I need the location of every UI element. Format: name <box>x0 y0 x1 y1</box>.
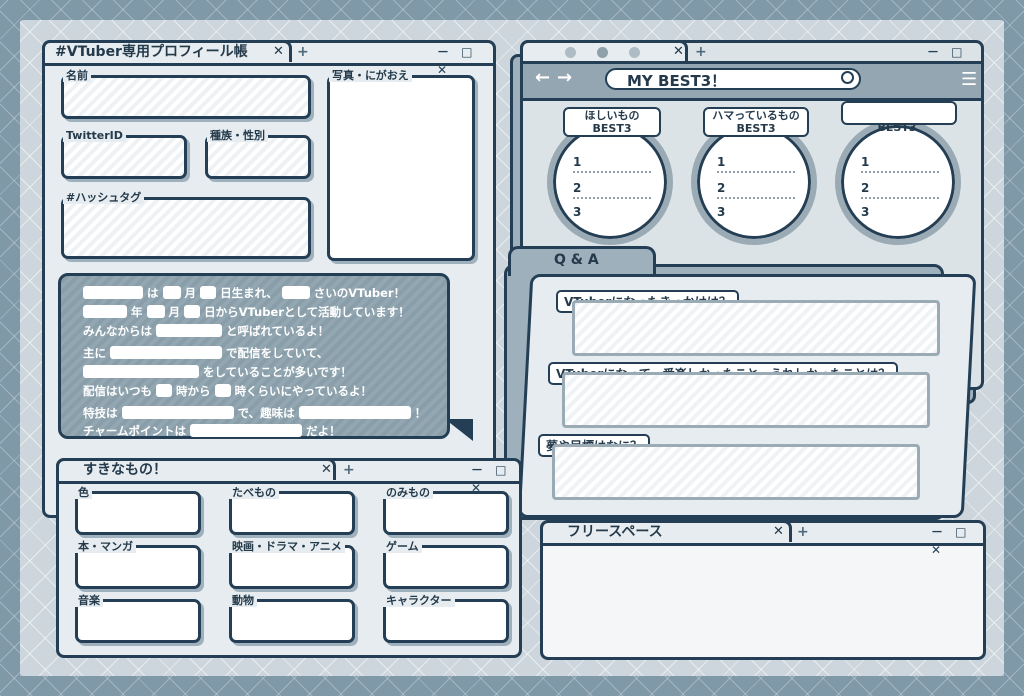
fav-label-food: たべもの <box>229 487 279 499</box>
best3-tab-close-icon[interactable]: ✕ <box>673 43 684 61</box>
fav-label-animals: 動物 <box>229 595 257 607</box>
photo-label: 写真・にがおえ <box>329 70 412 82</box>
free-space-title: フリースペース <box>567 524 663 540</box>
qa-title: Q & A <box>554 252 599 268</box>
tab-dot-3-icon <box>629 47 640 58</box>
twitter-label: TwitterID <box>63 130 126 142</box>
name-field[interactable] <box>61 75 311 119</box>
intro-line-1: は 月 日生まれ、 さいのVTuber！ <box>83 286 405 300</box>
intro-line-7: 特技は で、趣味は ！ <box>83 406 427 420</box>
fav-box-color[interactable] <box>75 491 201 535</box>
race-gender-label: 種族・性別 <box>207 130 268 142</box>
favorites-window: すきなもの！ ✕ + － □ ✕ 色 たべもの のみもの 本・マンガ 映画・ドラ… <box>56 458 522 658</box>
free-space-tab[interactable]: フリースペース <box>540 520 792 542</box>
hashtag-label: #ハッシュタグ <box>63 192 145 204</box>
best3-tab-plus-icon[interactable]: + <box>695 43 707 61</box>
intro-line-8: チャームポイントは だよ！ <box>83 424 341 438</box>
best3-title-1-text: ほしいもの BEST3 <box>584 109 640 135</box>
intro-line-6: 配信はいつも 時から 時くらいにやっているよ！ <box>83 384 372 398</box>
intro-speech-bubble: は 月 日生まれ、 さいのVTuber！ 年 月 日からVTuberとして活動し… <box>58 273 450 439</box>
favorites-tab-close-icon[interactable]: ✕ <box>321 461 332 479</box>
profile-window-controls[interactable]: － □ ✕ <box>437 43 493 79</box>
free-space-tab-plus-icon[interactable]: + <box>797 523 809 541</box>
free-space-tab-close-icon[interactable]: ✕ <box>773 523 784 541</box>
best3-title-1: ほしいもの BEST3 <box>563 107 661 137</box>
fav-label-music: 音楽 <box>75 595 103 607</box>
intro-line-3: みんなからは と呼ばれているよ！ <box>83 324 330 338</box>
forward-arrow-icon[interactable]: → <box>557 67 572 88</box>
menu-icon[interactable]: ☰ <box>961 69 977 90</box>
free-space-area[interactable] <box>543 546 983 657</box>
hashtag-field[interactable] <box>61 197 311 259</box>
best3-title-2-text: ハマっているもの BEST3 <box>712 109 800 135</box>
profile-title: #VTuber専用プロフィール帳 <box>55 44 248 60</box>
qa-answer-2[interactable] <box>562 372 930 428</box>
favorites-tab-plus-icon[interactable]: + <box>343 461 355 479</box>
back-arrow-icon[interactable]: ← <box>535 67 550 88</box>
fav-label-books: 本・マンガ <box>75 541 136 553</box>
photo-box[interactable] <box>327 75 475 261</box>
fav-label-movies: 映画・ドラマ・アニメ <box>229 541 345 553</box>
profile-tab-close-icon[interactable]: ✕ <box>273 43 284 61</box>
best3-title: MY BEST3！ <box>627 72 727 90</box>
intro-line-2: 年 月 日からVTuberとして活動しています！ <box>83 305 410 319</box>
name-label: 名前 <box>63 70 91 82</box>
favorites-tab[interactable]: すきなもの！ <box>56 458 336 480</box>
fav-label-color: 色 <box>75 487 92 499</box>
free-space-window: フリースペース ✕ + － □ ✕ <box>540 520 986 660</box>
search-icon[interactable] <box>841 71 854 84</box>
qa-answer-1[interactable] <box>572 300 940 356</box>
best3-ring-1: 1 2 3 <box>547 119 673 245</box>
best3-title-2: ハマっているもの BEST3 <box>703 107 809 137</box>
intro-line-5: をしていることが多いです！ <box>83 365 352 379</box>
intro-line-4: 主に で配信をしていて、 <box>83 346 329 360</box>
profile-tab[interactable]: #VTuber専用プロフィール帳 <box>42 40 292 62</box>
profile-tab-plus-icon[interactable]: + <box>297 43 309 61</box>
favorites-title: すきなもの！ <box>83 462 167 478</box>
fav-label-games: ゲーム <box>383 541 422 553</box>
tab-dot-1-icon <box>565 47 576 58</box>
qa-answer-3[interactable] <box>552 444 920 500</box>
fav-label-characters: キャラクター <box>383 595 455 607</box>
best3-title-3-text: BEST3 <box>877 121 917 134</box>
best3-ring-2: 1 2 3 <box>691 119 817 245</box>
best3-ring-3: 1 2 3 <box>835 119 961 245</box>
fav-label-drink: のみもの <box>383 487 433 499</box>
tab-dot-2-icon <box>597 47 608 58</box>
